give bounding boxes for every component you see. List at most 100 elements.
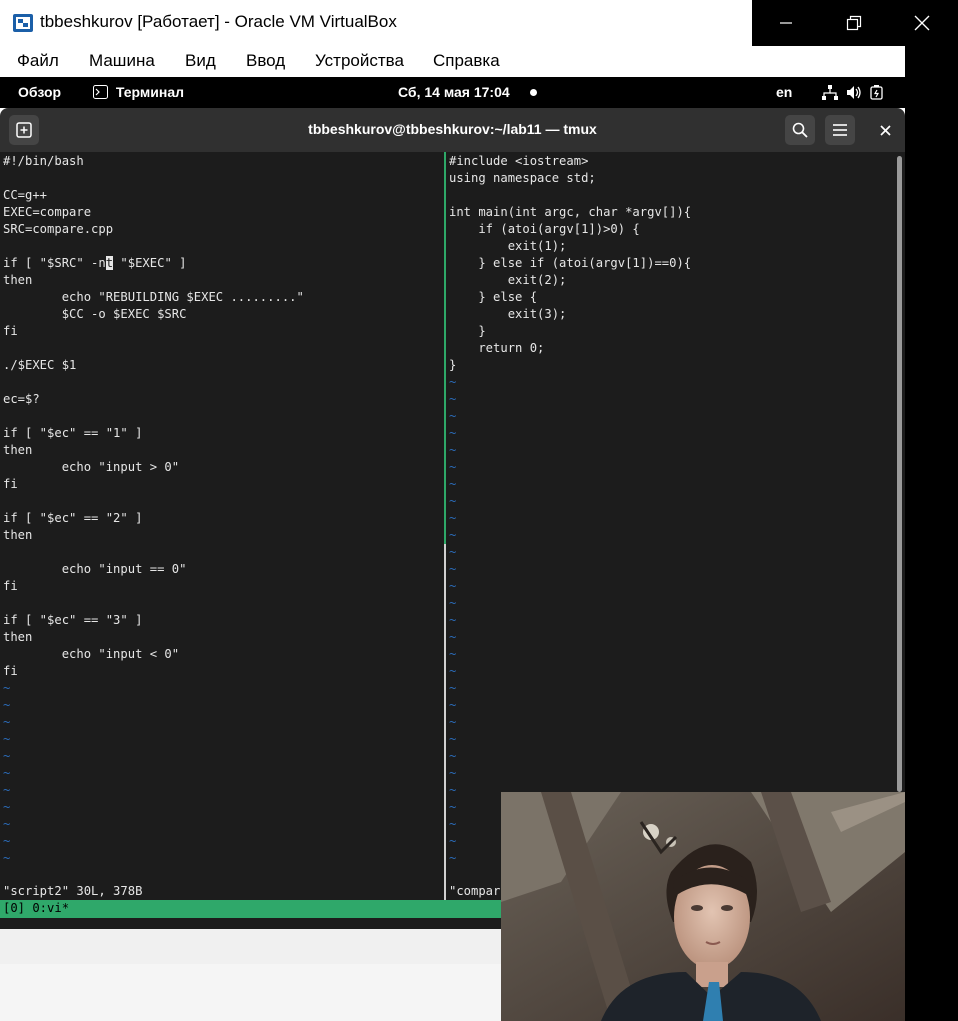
code-line: int main(int argc, char *argv[]){ (449, 205, 692, 219)
code-line: echo "input < 0" (3, 647, 180, 661)
empty-line-tilde: ~ (449, 732, 457, 746)
empty-line-tilde: ~ (449, 494, 457, 508)
empty-line-tilde: ~ (3, 766, 11, 780)
scrollbar[interactable] (897, 156, 902, 792)
left-pane-status: "script2" 30L, 378B (3, 884, 143, 898)
empty-line-tilde: ~ (449, 766, 457, 780)
empty-line-tilde: ~ (449, 630, 457, 644)
restore-button[interactable] (820, 0, 888, 46)
system-status-area[interactable] (822, 85, 884, 103)
empty-line-tilde: ~ (449, 426, 457, 440)
empty-line-tilde: ~ (449, 545, 457, 559)
clock[interactable]: Сб, 14 мая 17:04 (398, 84, 537, 100)
close-button[interactable] (888, 0, 956, 46)
webcam-image (501, 792, 905, 1021)
empty-line-tilde: ~ (449, 392, 457, 406)
volume-icon (846, 86, 861, 99)
empty-line-tilde: ~ (3, 732, 11, 746)
code-line: #include <iostream> (449, 154, 589, 168)
empty-line-tilde: ~ (449, 443, 457, 457)
code-line: } (449, 358, 457, 372)
code-line: fi (3, 477, 18, 491)
close-icon (879, 124, 891, 136)
empty-line-tilde: ~ (449, 528, 457, 542)
keyboard-layout[interactable]: en (776, 84, 792, 100)
empty-line-tilde: ~ (3, 851, 11, 865)
empty-line-tilde: ~ (449, 511, 457, 525)
datetime-label: Сб, 14 мая 17:04 (398, 84, 510, 100)
code-line: then (3, 528, 33, 542)
terminal-icon (93, 85, 108, 99)
code-line: } else { (449, 290, 538, 304)
empty-line-tilde: ~ (449, 817, 457, 831)
code-line: fi (3, 579, 18, 593)
code-line: #!/bin/bash (3, 154, 84, 168)
empty-line-tilde: ~ (449, 783, 457, 797)
empty-line-tilde: ~ (449, 579, 457, 593)
code-line: SRC=compare.cpp (3, 222, 114, 236)
menu-devices[interactable]: Устройства (315, 51, 404, 71)
menu-file[interactable]: Файл (17, 51, 59, 71)
app-menu[interactable]: Терминал (93, 84, 184, 100)
empty-line-tilde: ~ (449, 749, 457, 763)
hamburger-menu-icon (833, 124, 847, 136)
code-line: exit(3); (449, 307, 567, 321)
empty-line-tilde: ~ (449, 460, 457, 474)
search-button[interactable] (785, 115, 815, 145)
empty-line-tilde: ~ (449, 477, 457, 491)
window-title: tbbeshkurov [Работает] - Oracle VM Virtu… (40, 12, 397, 31)
empty-line-tilde: ~ (3, 681, 11, 695)
terminal-title: tbbeshkurov@tbbeshkurov:~/lab11 — tmux (308, 121, 597, 137)
window-titlebar: tbbeshkurov [Работает] - Oracle VM Virtu… (0, 0, 752, 46)
code-line: then (3, 630, 33, 644)
minimize-button[interactable] (752, 0, 820, 46)
network-icon (822, 85, 838, 100)
empty-line-tilde: ~ (3, 698, 11, 712)
code-line: then (3, 443, 33, 457)
menu-help[interactable]: Справка (433, 51, 500, 71)
empty-line-tilde: ~ (449, 715, 457, 729)
code-line: if [ "$ec" == "2" ] (3, 511, 143, 525)
host-background (905, 46, 958, 1021)
empty-line-tilde: ~ (449, 562, 457, 576)
code-line: if (atoi(argv[1])>0) { (449, 222, 640, 236)
code-line: using namespace std; (449, 171, 596, 185)
code-line: EXEC=compare (3, 205, 92, 219)
code-line: ec=$? (3, 392, 40, 406)
webcam-overlay (501, 792, 905, 1021)
terminal-close-button[interactable] (874, 119, 896, 141)
search-icon (792, 122, 808, 138)
gnome-top-bar: Обзор Терминал Сб, 14 мая 17:04 en (0, 77, 905, 108)
battery-icon (870, 85, 883, 100)
menu-view[interactable]: Вид (185, 51, 216, 71)
minimize-icon (780, 22, 792, 24)
empty-line-tilde: ~ (3, 783, 11, 797)
restore-icon (846, 15, 862, 31)
empty-line-tilde: ~ (449, 834, 457, 848)
empty-line-tilde: ~ (449, 596, 457, 610)
tmux-window-list[interactable]: [0] 0:vi* (3, 901, 69, 915)
empty-line-tilde: ~ (3, 817, 11, 831)
activities-button[interactable]: Обзор (18, 84, 61, 100)
left-pane-vim[interactable]: #!/bin/bash CC=g++ EXEC=compare SRC=compare… (3, 152, 441, 900)
empty-line-tilde: ~ (449, 698, 457, 712)
menu-input[interactable]: Ввод (246, 51, 285, 71)
code-line: if [ "$ec" == "3" ] (3, 613, 143, 627)
code-line: if [ "$ec" == "1" ] (3, 426, 143, 440)
notification-dot-icon (529, 89, 537, 96)
window-controls (752, 0, 958, 46)
right-pane-vim[interactable]: #include <iostream> using namespace std; i… (449, 152, 899, 900)
right-pane-status: "compar (449, 884, 501, 898)
code-line: ./$EXEC $1 (3, 358, 77, 372)
text-cursor: t (105, 256, 114, 270)
menu-button[interactable] (825, 115, 855, 145)
menu-machine[interactable]: Машина (89, 51, 155, 71)
empty-line-tilde: ~ (449, 375, 457, 389)
empty-line-tilde: ~ (449, 681, 457, 695)
code-line: fi (3, 664, 18, 678)
code-line: CC=g++ (3, 188, 48, 202)
virtualbox-icon (13, 14, 33, 32)
empty-line-tilde: ~ (449, 664, 457, 678)
empty-line-tilde: ~ (3, 715, 11, 729)
code-line: if [ "$SRC" -nt "$EXEC" ] (3, 256, 187, 270)
